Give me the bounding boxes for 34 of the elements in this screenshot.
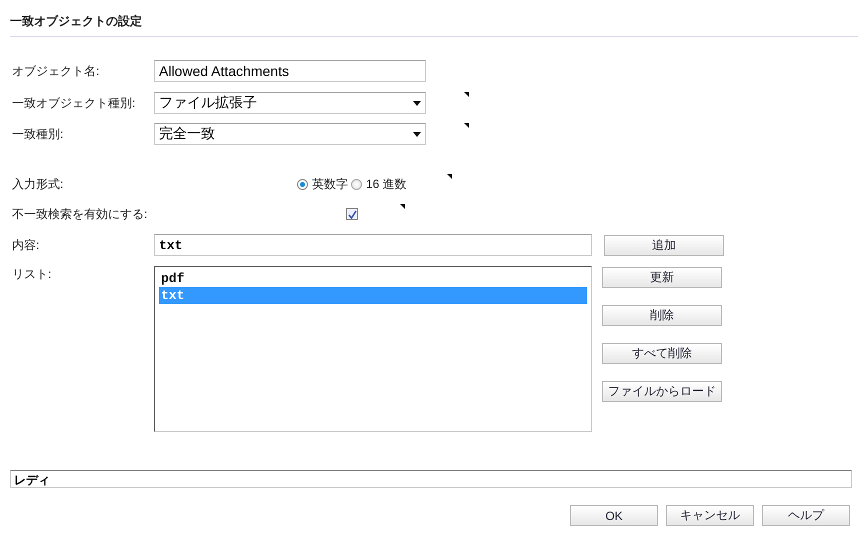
content-field[interactable]: txt (154, 234, 592, 256)
field-label: オブジェクト名: (12, 62, 100, 80)
dropdown[interactable]: 完全一致 (154, 123, 426, 145)
radio-button[interactable] (297, 178, 308, 190)
dialog-button[interactable]: キャンセル (666, 505, 754, 526)
caret-icon (413, 100, 421, 106)
text-field[interactable]: Allowed Attachments (154, 60, 426, 82)
field-label: 入力形式: (12, 176, 64, 192)
tooltip-corner-icon (446, 174, 452, 179)
list-action-button[interactable]: ファイルからロード (602, 381, 722, 402)
radio-label: 英数字 (312, 176, 348, 192)
list-box[interactable]: pdf txt (154, 266, 592, 432)
field-label: 一致オブジェクト種別: (12, 94, 136, 112)
caret-icon (413, 132, 421, 136)
field-label: リスト: (12, 266, 52, 283)
tooltip-corner-icon (464, 123, 469, 128)
dropdown[interactable]: ファイル拡張子 (154, 92, 426, 114)
add-button[interactable]: 追加 (604, 234, 724, 256)
checkbox[interactable] (346, 208, 358, 220)
radio-button[interactable] (351, 178, 362, 190)
dialog-button[interactable]: ヘルプ (762, 505, 850, 526)
radio-label: 16 進数 (366, 176, 407, 192)
status-bar: レディ (10, 470, 852, 488)
list-action-button[interactable]: すべて削除 (602, 343, 722, 364)
list-item[interactable]: pdf (159, 270, 587, 287)
list-action-button[interactable]: 削除 (602, 305, 722, 326)
dialog-title: 一致オブジェクトの設定 (9, 13, 143, 30)
tooltip-corner-icon (400, 204, 405, 209)
field-label: 一致種別: (12, 126, 64, 142)
dialog-button[interactable]: OK (570, 505, 658, 526)
tooltip-corner-icon (464, 92, 469, 97)
field-label: 不一致検索を有効にする: (12, 206, 148, 222)
list-action-button[interactable]: 更新 (602, 267, 722, 288)
field-label: 内容: (12, 236, 40, 254)
